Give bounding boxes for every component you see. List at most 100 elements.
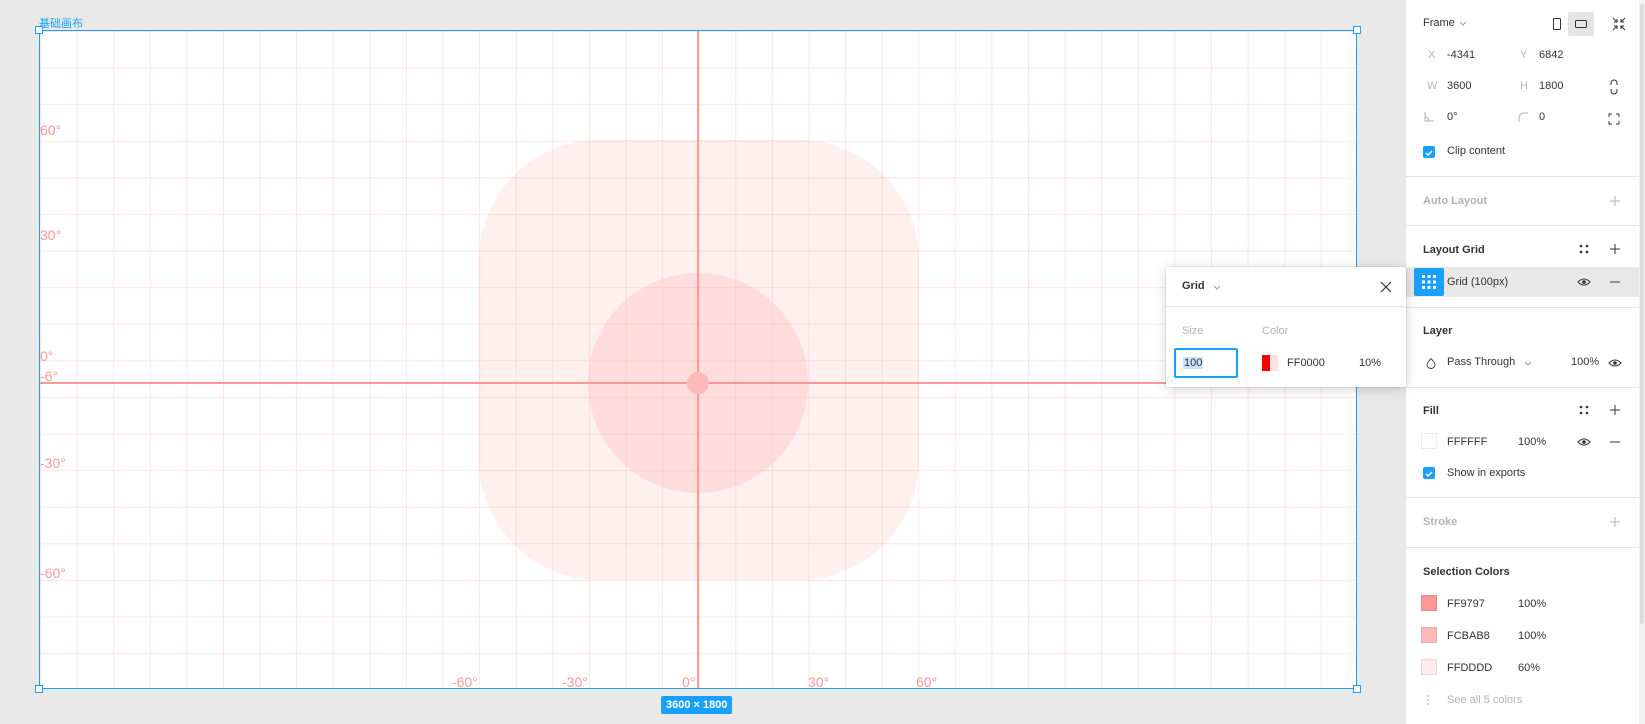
grid-icon [1422,275,1436,289]
bottom-degree-label: -60° [452,674,478,689]
chevron-down-icon[interactable] [1212,282,1222,292]
section-divider [1406,547,1640,548]
resize-handle-bottom-right[interactable] [1353,685,1361,693]
grid-color-swatch[interactable] [1262,355,1278,371]
left-degree-label: -30° [40,455,66,471]
grid-styles-icon[interactable] [1576,241,1592,257]
w-label: W [1427,80,1438,92]
section-divider [1406,225,1640,226]
left-degree-label: 60° [40,122,62,138]
bottom-degree-label: -30° [562,674,588,689]
eye-icon[interactable] [1576,274,1592,290]
frame-name-label[interactable]: 基础画布 [39,15,83,31]
close-icon[interactable] [1378,279,1394,295]
section-divider [1406,176,1640,177]
blend-mode-dropdown[interactable]: Pass Through [1447,356,1515,368]
selection-color-hex[interactable]: FF9797 [1447,598,1485,610]
fill-title: Fill [1423,405,1439,417]
clip-content-label[interactable]: Clip content [1447,145,1505,157]
grid-settings-button[interactable] [1414,268,1444,296]
size-label: Size [1182,325,1204,337]
frame-base-canvas[interactable]: 60° 30° 0° -6° -30° -60° -60° -30° 0° 30… [39,30,1357,689]
constrain-proportions-icon[interactable] [1606,79,1622,95]
add-auto-layout-icon[interactable] [1607,193,1623,209]
left-degree-label: 30° [40,227,62,243]
landscape-orientation-icon[interactable] [1573,16,1589,32]
eye-icon[interactable] [1576,434,1592,450]
add-stroke-icon[interactable] [1607,514,1623,530]
clip-content-checkbox[interactable] [1423,146,1435,158]
selection-color-swatch[interactable] [1421,659,1437,675]
center-dot-shape[interactable] [687,372,709,394]
frame-type-dropdown[interactable]: Frame [1423,17,1455,29]
layout-grid-title: Layout Grid [1423,244,1485,256]
fill-color-swatch[interactable] [1421,433,1437,449]
see-all-colors-link[interactable]: See all 5 colors [1447,694,1522,706]
checkmark-icon [1425,150,1433,157]
w-input[interactable]: 3600 [1447,80,1471,92]
grid-color-hex-input[interactable]: FF0000 [1287,357,1325,369]
add-fill-icon[interactable] [1607,402,1623,418]
selection-colors-title: Selection Colors [1423,566,1510,578]
rotation-input[interactable]: 0° [1447,111,1458,123]
grid-size-value[interactable]: 100 [1183,357,1204,369]
portrait-orientation-icon[interactable] [1549,16,1565,32]
selection-color-opacity[interactable]: 100% [1518,630,1546,642]
resize-handle-bottom-left[interactable] [35,685,43,693]
corner-radius-input[interactable]: 0 [1539,111,1545,123]
selection-color-hex[interactable]: FFDDDD [1447,662,1492,674]
x-label: X [1428,49,1436,61]
layout-grid-item-label[interactable]: Grid (100px) [1447,276,1508,288]
chevron-down-icon[interactable] [1523,358,1533,368]
grid-settings-popover: Grid Size Color 100 FF0000 10% [1166,267,1406,387]
checkmark-icon [1425,471,1433,478]
chevron-down-icon[interactable] [1458,18,1468,28]
properties-panel: Frame X -4341 Y 6842 W 3600 H 1800 0° 0 … [1405,0,1645,724]
bottom-degree-label: 30° [808,674,830,689]
resize-handle-top-left[interactable] [35,26,43,34]
dimension-badge: 3600 × 1800 [661,696,733,714]
rotation-icon [1424,112,1434,122]
grid-size-input[interactable]: 100 [1174,348,1238,378]
layer-title: Layer [1423,325,1453,337]
popover-header: Grid [1166,267,1406,307]
x-input[interactable]: -4341 [1447,49,1475,61]
fill-opacity-input[interactable]: 100% [1518,436,1546,448]
bottom-degree-label: 0° [682,674,696,689]
section-divider [1406,497,1640,498]
panel-scrollbar-thumb[interactable] [1640,4,1644,624]
show-in-exports-checkbox[interactable] [1423,467,1435,479]
independent-corners-icon[interactable] [1606,111,1622,127]
y-input[interactable]: 6842 [1539,49,1563,61]
eye-icon[interactable] [1607,355,1623,371]
left-degree-label: -6° [40,368,59,384]
selection-color-swatch[interactable] [1421,595,1437,611]
selection-color-opacity[interactable]: 100% [1518,598,1546,610]
fill-styles-icon[interactable] [1576,402,1592,418]
more-vertical-icon [1427,695,1429,705]
y-label: Y [1520,49,1528,61]
selection-color-opacity[interactable]: 60% [1518,662,1540,674]
auto-layout-title: Auto Layout [1423,195,1488,207]
panel-scrollbar[interactable] [1639,0,1645,724]
h-label: H [1520,80,1528,92]
selection-color-swatch[interactable] [1421,627,1437,643]
color-label: Color [1262,325,1289,337]
vertical-guide-line [697,31,699,688]
remove-layout-grid-icon[interactable] [1607,274,1623,290]
resize-handle-top-right[interactable] [1353,26,1361,34]
h-input[interactable]: 1800 [1539,80,1563,92]
section-divider [1406,307,1640,308]
grid-color-opacity-input[interactable]: 10% [1359,357,1381,369]
fill-hex-input[interactable]: FFFFFF [1447,436,1487,448]
layer-opacity-input[interactable]: 100% [1571,356,1599,368]
add-layout-grid-icon[interactable] [1607,241,1623,257]
show-in-exports-label[interactable]: Show in exports [1447,467,1525,479]
blend-mode-icon [1426,357,1436,369]
corner-radius-icon [1518,112,1528,122]
grid-type-dropdown[interactable]: Grid [1182,280,1205,292]
remove-fill-icon[interactable] [1607,434,1623,450]
resize-to-fit-icon[interactable] [1611,16,1627,32]
left-degree-label: 0° [40,348,54,364]
selection-color-hex[interactable]: FCBAB8 [1447,630,1490,642]
